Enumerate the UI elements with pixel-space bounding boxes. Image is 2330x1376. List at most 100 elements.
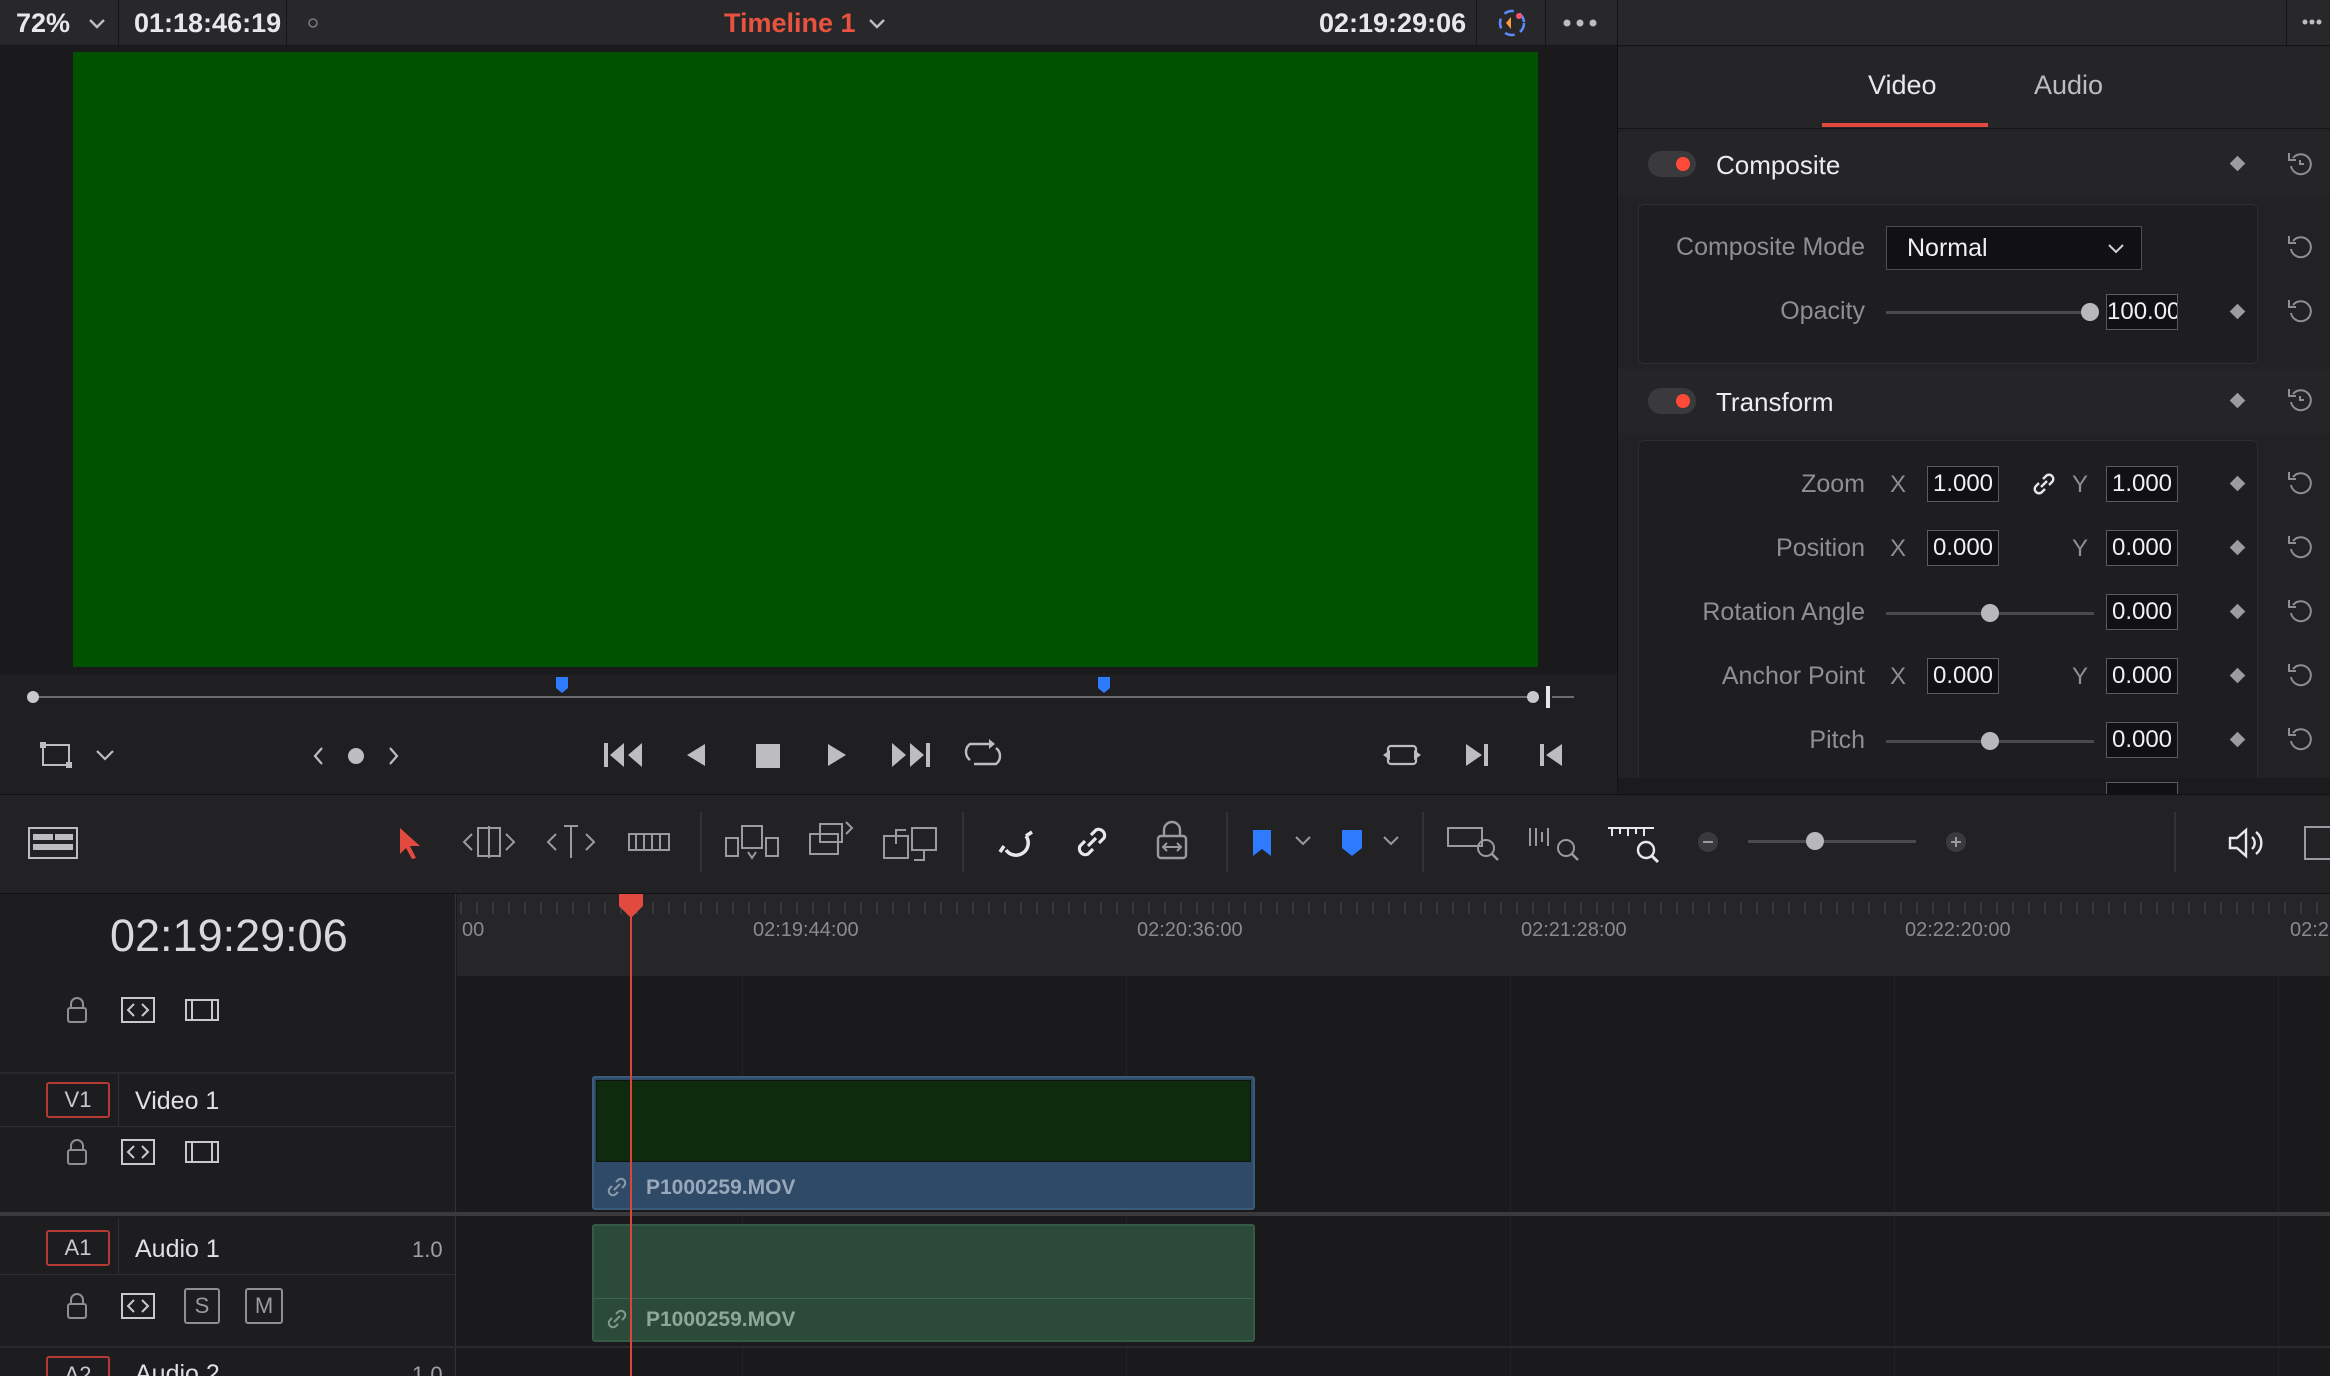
- transform-overlay-icon[interactable]: [38, 740, 74, 770]
- custom-zoom-icon[interactable]: [1604, 822, 1662, 864]
- trim-tool-icon[interactable]: [460, 824, 518, 860]
- scrub-start-handle[interactable]: [27, 691, 39, 703]
- track-video-toggle-icon[interactable]: [184, 1140, 220, 1164]
- volume-icon[interactable]: [2226, 826, 2266, 860]
- previous-edit-icon[interactable]: [1537, 742, 1565, 768]
- reset-icon[interactable]: [2285, 724, 2315, 754]
- zoom-in-icon[interactable]: [1944, 830, 1968, 854]
- transform-toggle[interactable]: [1648, 388, 1696, 414]
- opacity-field[interactable]: 100.00: [2106, 294, 2178, 330]
- lock-icon[interactable]: [64, 1138, 90, 1168]
- zoom-to-fit-icon[interactable]: [1446, 822, 1502, 862]
- zoom-slider[interactable]: [1748, 840, 1916, 843]
- position-lock-icon[interactable]: [1152, 820, 1192, 862]
- timeline-view-options-icon[interactable]: [27, 826, 79, 860]
- reset-icon[interactable]: [2285, 149, 2315, 179]
- marker-icon[interactable]: [555, 676, 569, 694]
- track-badge-a2[interactable]: A2: [46, 1356, 110, 1376]
- reset-icon[interactable]: [2285, 596, 2315, 626]
- reset-icon[interactable]: [2285, 468, 2315, 498]
- replace-clip-icon[interactable]: [880, 820, 942, 864]
- solo-button[interactable]: S: [184, 1288, 220, 1324]
- auto-select-icon[interactable]: [120, 996, 156, 1024]
- track-badge-a1[interactable]: A1: [46, 1230, 110, 1266]
- linked-selection-icon[interactable]: [1072, 822, 1112, 862]
- dot-icon[interactable]: [306, 16, 320, 30]
- zoom-slider-knob[interactable]: [1806, 832, 1824, 850]
- scrub-playhead[interactable]: [1546, 686, 1550, 708]
- track-video-toggle-icon[interactable]: [184, 998, 220, 1022]
- anchor-y-field[interactable]: 0.000: [2106, 658, 2178, 694]
- marker-icon[interactable]: [1097, 676, 1111, 694]
- anchor-x-field[interactable]: 0.000: [1927, 658, 1999, 694]
- auto-select-icon[interactable]: [120, 1292, 156, 1320]
- playhead-line[interactable]: [630, 894, 632, 1376]
- video-clip[interactable]: P1000259.MOV: [592, 1076, 1255, 1210]
- overwrite-clip-icon[interactable]: [806, 818, 856, 860]
- chevron-down-icon[interactable]: [86, 12, 108, 34]
- chevron-down-icon[interactable]: [1294, 834, 1312, 848]
- tab-video[interactable]: Video: [1868, 70, 1937, 101]
- opacity-slider[interactable]: [1886, 311, 2094, 314]
- tab-audio[interactable]: Audio: [2034, 70, 2103, 101]
- more-options-icon[interactable]: [2302, 16, 2322, 28]
- stop-icon[interactable]: [754, 742, 782, 770]
- viewer-zoom[interactable]: 72%: [16, 8, 70, 38]
- loop-icon[interactable]: [962, 738, 1004, 770]
- composite-toggle[interactable]: [1648, 151, 1696, 177]
- detail-zoom-icon[interactable]: [1526, 822, 1582, 862]
- position-y-field[interactable]: 0.000: [2106, 530, 2178, 566]
- timeline-name[interactable]: Timeline 1: [724, 8, 856, 38]
- rotation-field[interactable]: 0.000: [2106, 594, 2178, 630]
- timeline-timecode[interactable]: 02:19:29:06: [110, 910, 348, 962]
- reset-icon[interactable]: [2285, 232, 2315, 262]
- reset-icon[interactable]: [2285, 532, 2315, 562]
- rotation-slider-knob[interactable]: [1981, 604, 1999, 622]
- color-sync-icon[interactable]: [1494, 6, 1530, 40]
- marker-icon[interactable]: [1340, 828, 1364, 858]
- zoom-out-icon[interactable]: [1696, 830, 1720, 854]
- selection-tool-icon[interactable]: [396, 826, 424, 860]
- play-icon[interactable]: [826, 742, 850, 768]
- scrub-bar[interactable]: [33, 696, 1533, 698]
- reset-icon[interactable]: [2285, 385, 2315, 415]
- zoom-y-field[interactable]: 1.000: [2106, 466, 2178, 502]
- next-edit-icon[interactable]: [1463, 742, 1491, 768]
- chevron-down-icon[interactable]: [866, 12, 888, 34]
- reset-icon[interactable]: [2285, 660, 2315, 690]
- composite-mode-dropdown[interactable]: Normal: [1886, 226, 2142, 270]
- insert-clip-icon[interactable]: [722, 822, 780, 862]
- link-icon[interactable]: [2030, 470, 2058, 498]
- flag-icon[interactable]: [1250, 828, 1274, 858]
- audio-clip[interactable]: P1000259.MOV: [592, 1224, 1255, 1342]
- mute-button[interactable]: M: [245, 1288, 283, 1324]
- auto-select-icon[interactable]: [120, 1138, 156, 1166]
- lock-icon[interactable]: [64, 996, 90, 1026]
- track-badge-v1[interactable]: V1: [46, 1082, 110, 1118]
- chevron-down-icon[interactable]: [1382, 834, 1400, 848]
- position-x-field[interactable]: 0.000: [1927, 530, 1999, 566]
- dynamic-trim-icon[interactable]: [542, 822, 600, 860]
- opacity-slider-knob[interactable]: [2081, 303, 2099, 321]
- track-name-a2[interactable]: Audio 2: [135, 1360, 220, 1376]
- more-options-icon[interactable]: [1562, 18, 1598, 28]
- reset-icon[interactable]: [2285, 296, 2315, 326]
- match-frame-icon[interactable]: [1382, 740, 1422, 770]
- track-name-a1[interactable]: Audio 1: [135, 1235, 220, 1264]
- go-to-end-icon[interactable]: [890, 740, 932, 770]
- chevron-down-icon[interactable]: [94, 748, 116, 762]
- clip-navigation-icon[interactable]: [312, 744, 400, 768]
- play-reverse-icon[interactable]: [683, 742, 707, 768]
- snapping-icon[interactable]: [996, 822, 1036, 862]
- go-to-start-icon[interactable]: [602, 740, 644, 770]
- pitch-field[interactable]: 0.000: [2106, 722, 2178, 758]
- track-name-v1[interactable]: Video 1: [135, 1087, 219, 1116]
- scrub-end-handle[interactable]: [1527, 691, 1539, 703]
- blade-tool-icon[interactable]: [626, 826, 672, 858]
- video-frame[interactable]: [73, 52, 1538, 667]
- zoom-x-field[interactable]: 1.000: [1927, 466, 1999, 502]
- lock-icon[interactable]: [64, 1292, 90, 1322]
- mixer-panel-icon[interactable]: [2304, 826, 2330, 860]
- playhead-handle[interactable]: [616, 892, 646, 920]
- pitch-slider-knob[interactable]: [1981, 732, 1999, 750]
